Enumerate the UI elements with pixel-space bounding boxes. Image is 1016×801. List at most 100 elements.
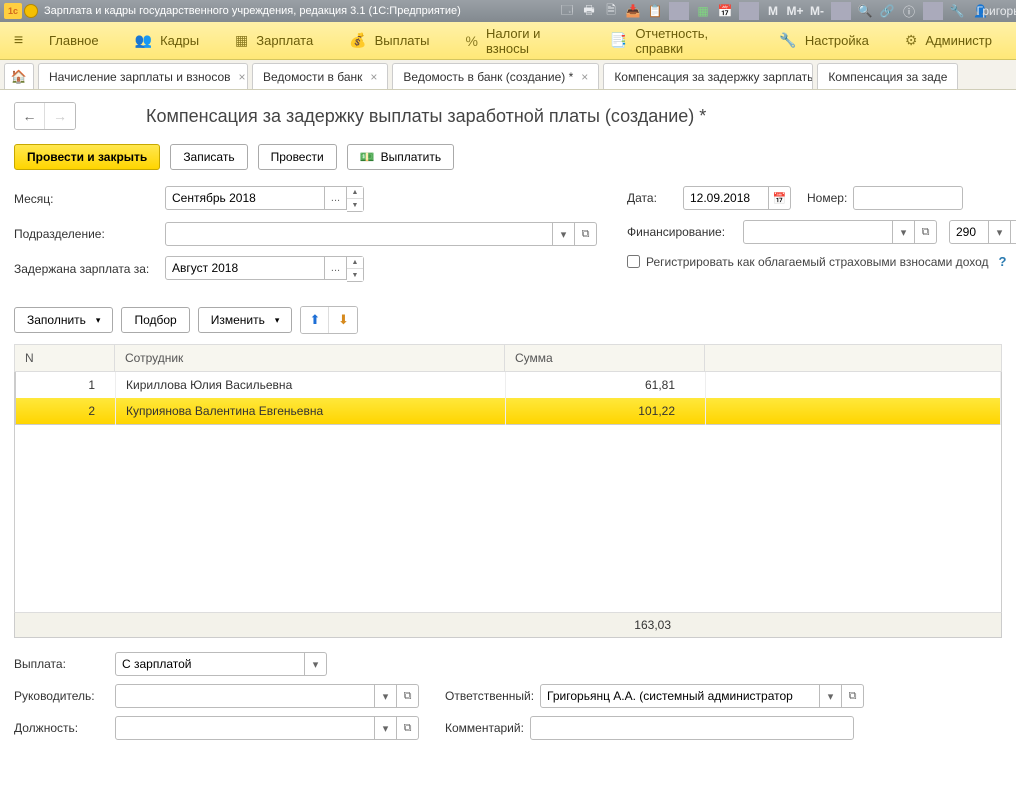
tab-compensation-create[interactable]: Компенсация за заде [817,63,958,89]
menu-admin[interactable]: ⚙Администр [887,22,1010,60]
col-employee[interactable]: Сотрудник [115,345,505,372]
tab-compensation-list[interactable]: Компенсация за задержку зарплаты× [603,63,813,89]
date-input[interactable] [683,186,769,210]
manager-input[interactable] [115,684,375,708]
tab-payroll[interactable]: Начисление зарплаты и взносов× [38,63,248,89]
memory-m-button[interactable]: M [763,2,783,20]
zoom-in-icon[interactable]: 🔍 [855,2,875,20]
info-icon[interactable]: ⓘ [899,2,919,20]
position-label: Должность: [14,721,109,735]
position-open-button[interactable]: ⧉ [397,716,419,740]
back-button[interactable]: ← [15,103,45,129]
menu-reports[interactable]: 📑Отчетность, справки [592,22,762,60]
position-input[interactable] [115,716,375,740]
grid-icon: ▦ [235,32,248,49]
payout-dropdown-button[interactable]: ▾ [305,652,327,676]
menu-salary[interactable]: ▦Зарплата [217,22,331,60]
month-input[interactable] [165,186,325,210]
col-sum[interactable]: Сумма [505,345,705,372]
report-icon: 📑 [610,32,627,49]
dept-dropdown-button[interactable]: ▾ [553,222,575,246]
responsible-dropdown-button[interactable]: ▾ [820,684,842,708]
spin-down-icon[interactable]: ▼ [347,269,363,281]
register-checkbox[interactable] [627,255,640,268]
forward-button[interactable]: → [45,103,75,129]
memory-mminus-button[interactable]: M- [807,2,827,20]
fill-button[interactable]: Заполнить ▾ [14,307,113,333]
tab-bank-list-create[interactable]: Ведомость в банк (создание) *× [392,63,599,89]
move-up-button[interactable]: ⬆ [301,307,329,333]
menu-payments[interactable]: 💰Выплаты [331,22,447,60]
spin-up-icon[interactable]: ▲ [347,187,363,199]
delayed-input[interactable] [165,256,325,280]
position-dropdown-button[interactable]: ▾ [375,716,397,740]
save-button[interactable]: Записать [170,144,247,170]
pick-button[interactable]: Подбор [121,307,189,333]
register-label-text: Регистрировать как облагаемый страховыми… [646,255,989,269]
finance-code-input[interactable] [949,220,989,244]
print-preview-icon[interactable]: 🗔 [557,2,577,20]
dropdown-icon[interactable] [24,4,38,18]
pay-button[interactable]: 💵Выплатить [347,144,454,170]
responsible-open-button[interactable]: ⧉ [842,684,864,708]
dept-open-button[interactable]: ⧉ [575,222,597,246]
code-dropdown-button[interactable]: ▾ [989,220,1011,244]
main-menu: ≡ Главное 👥Кадры ▦Зарплата 💰Выплаты %Нал… [0,22,1016,60]
dept-input[interactable] [165,222,553,246]
number-input[interactable] [853,186,963,210]
cell-sum: 61,81 [506,372,706,398]
table-row[interactable]: 2Куприянова Валентина Евгеньевна101,22 [16,398,1001,425]
finance-open-button[interactable]: ⧉ [915,220,937,244]
manager-dropdown-button[interactable]: ▾ [375,684,397,708]
title-bar: 1c Зарплата и кадры государственного учр… [0,0,1016,22]
edit-button[interactable]: Изменить ▾ [198,307,293,333]
responsible-input[interactable] [540,684,820,708]
home-tab[interactable]: 🏠 [4,63,34,89]
menu-settings[interactable]: 🔧Настройка [761,22,886,60]
delayed-select-button[interactable]: ... [325,256,347,280]
manager-open-button[interactable]: ⧉ [397,684,419,708]
doc-icon[interactable]: 🗎 [601,2,621,20]
comment-label: Комментарий: [445,721,524,735]
user-icon[interactable]: 👤 Григорь [969,2,1012,20]
copy-icon[interactable]: 📋 [645,2,665,20]
comment-input[interactable] [530,716,854,740]
close-icon[interactable]: × [370,70,377,84]
post-button[interactable]: Провести [258,144,337,170]
code-open-button[interactable]: ⧉ [1011,220,1016,244]
calc-icon[interactable]: ▦ [693,2,713,20]
save-icon[interactable]: 📥 [623,2,643,20]
month-select-button[interactable]: ... [325,186,347,210]
hamburger-icon[interactable]: ≡ [6,32,31,50]
tab-bank-lists[interactable]: Ведомости в банк× [252,63,388,89]
memory-mplus-button[interactable]: M+ [785,2,805,20]
payout-input[interactable] [115,652,305,676]
col-n[interactable]: N [15,345,115,372]
menu-taxes[interactable]: %Налоги и взносы [448,22,592,60]
finance-dropdown-button[interactable]: ▾ [893,220,915,244]
spin-down-icon[interactable]: ▼ [347,199,363,211]
menu-personnel[interactable]: 👥Кадры [117,22,217,60]
delayed-spinner[interactable]: ▲▼ [347,256,364,282]
register-checkbox-label[interactable]: Регистрировать как облагаемый страховыми… [627,255,989,269]
table-row[interactable]: 1Кириллова Юлия Васильевна61,81 [16,372,1001,398]
menu-main[interactable]: Главное [31,22,117,60]
dept-label: Подразделение: [14,227,159,241]
close-icon[interactable]: × [239,70,246,84]
help-icon[interactable]: ? [999,254,1007,269]
print-icon[interactable]: 🖶 [579,2,599,20]
bottom-form: Выплата: ▾ Руководитель: ▾ ⧉ Ответственн… [14,652,1002,740]
manager-label: Руководитель: [14,689,109,703]
separator [831,2,851,20]
post-and-close-button[interactable]: Провести и закрыть [14,144,160,170]
command-bar: Провести и закрыть Записать Провести 💵Вы… [14,144,1002,170]
calendar-icon[interactable]: 📅 [715,2,735,20]
spin-up-icon[interactable]: ▲ [347,257,363,269]
month-spinner[interactable]: ▲▼ [347,186,364,212]
move-down-button[interactable]: ⬇ [329,307,357,333]
calendar-button[interactable]: 📅 [769,186,791,210]
close-icon[interactable]: × [581,70,588,84]
settings-icon[interactable]: 🔧 [947,2,967,20]
finance-input[interactable] [743,220,893,244]
link-icon[interactable]: 🔗 [877,2,897,20]
